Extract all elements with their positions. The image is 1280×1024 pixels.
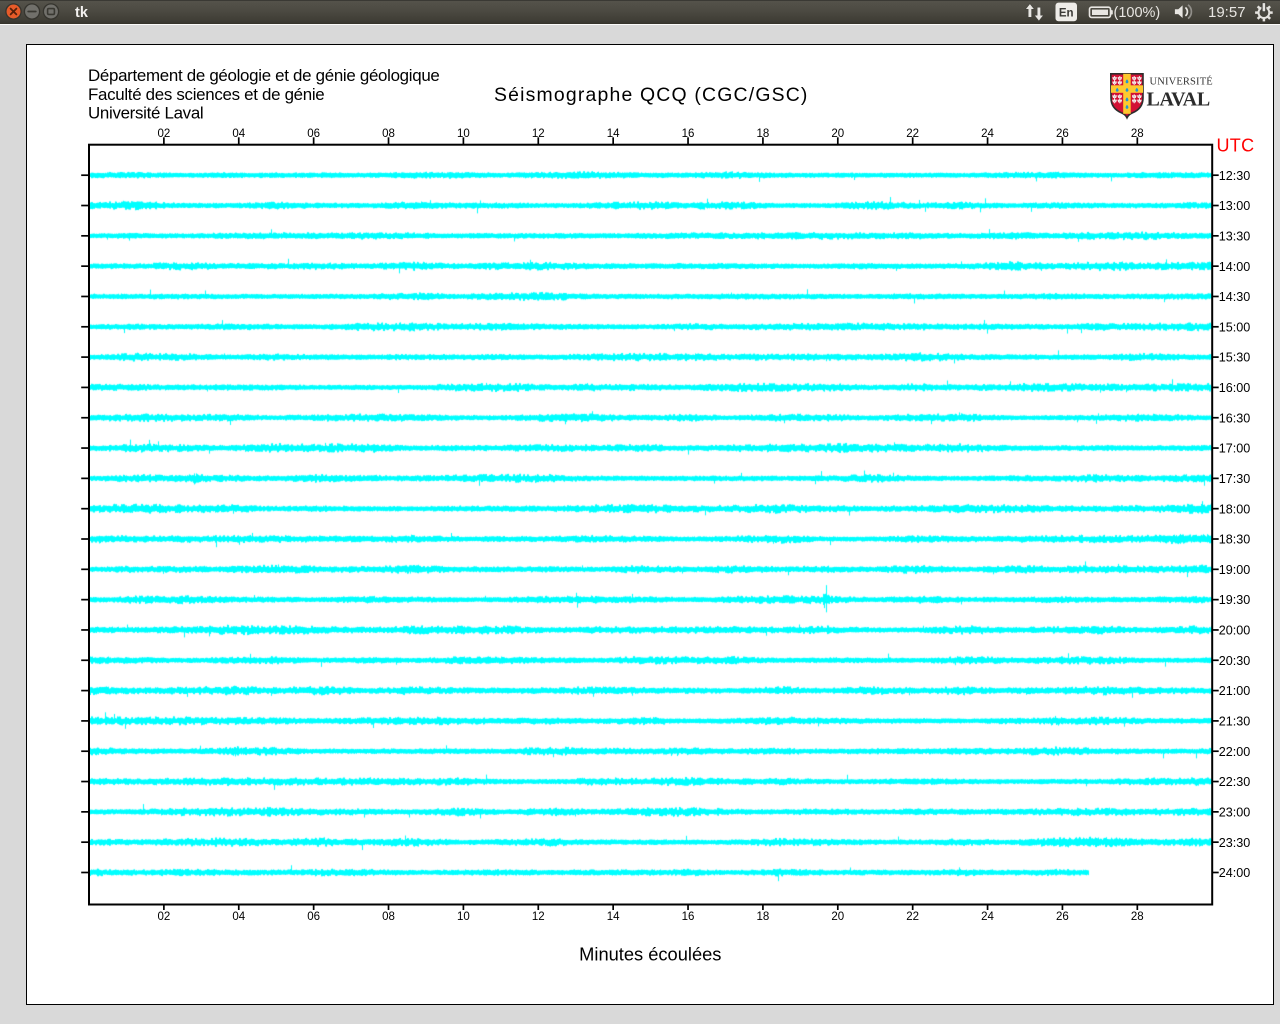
svg-text:16: 16 (682, 911, 695, 923)
svg-text:26: 26 (1056, 128, 1069, 140)
svg-text:10: 10 (457, 128, 470, 140)
svg-text:10: 10 (457, 911, 470, 923)
svg-text:28: 28 (1131, 128, 1144, 140)
svg-text:22: 22 (906, 128, 919, 140)
svg-text:24: 24 (981, 128, 994, 140)
svg-text:06: 06 (307, 911, 320, 923)
svg-text:18:00: 18:00 (1219, 502, 1251, 516)
svg-text:14: 14 (607, 911, 620, 923)
svg-text:24: 24 (981, 911, 994, 923)
svg-text:02: 02 (157, 128, 170, 140)
svg-text:20: 20 (831, 911, 844, 923)
svg-text:19:30: 19:30 (1219, 593, 1251, 607)
svg-text:15:00: 15:00 (1219, 320, 1251, 334)
svg-text:19:00: 19:00 (1219, 563, 1251, 577)
svg-text:14: 14 (607, 128, 620, 140)
svg-text:20: 20 (831, 128, 844, 140)
svg-text:14:30: 14:30 (1219, 290, 1251, 304)
svg-text:18: 18 (757, 128, 770, 140)
svg-text:14:00: 14:00 (1219, 260, 1251, 274)
svg-text:12: 12 (532, 128, 545, 140)
svg-text:18:30: 18:30 (1219, 533, 1251, 547)
svg-text:12:30: 12:30 (1219, 169, 1251, 183)
svg-text:20:30: 20:30 (1219, 654, 1251, 668)
svg-text:Faculté des sciences et de gén: Faculté des sciences et de génie (88, 85, 324, 104)
svg-text:13:00: 13:00 (1219, 199, 1251, 213)
svg-text:20:00: 20:00 (1219, 624, 1251, 638)
svg-text:28: 28 (1131, 911, 1144, 923)
svg-text:04: 04 (232, 911, 245, 923)
svg-text:04: 04 (232, 128, 245, 140)
svg-text:Minutes écoulées: Minutes écoulées (579, 944, 721, 965)
svg-text:16:30: 16:30 (1219, 411, 1251, 425)
svg-text:Université Laval: Université Laval (88, 104, 203, 123)
svg-text:UTC: UTC (1217, 136, 1255, 156)
svg-text:08: 08 (382, 911, 395, 923)
svg-text:17:30: 17:30 (1219, 472, 1251, 486)
svg-text:13:30: 13:30 (1219, 229, 1251, 243)
svg-text:02: 02 (157, 911, 170, 923)
svg-text:22:00: 22:00 (1219, 745, 1251, 759)
svg-text:23:00: 23:00 (1219, 805, 1251, 819)
svg-text:18: 18 (757, 911, 770, 923)
svg-text:16: 16 (682, 128, 695, 140)
svg-text:21:30: 21:30 (1219, 715, 1251, 729)
svg-text:15:30: 15:30 (1219, 351, 1251, 365)
svg-text:Séismographe QCQ (CGC/GSC): Séismographe QCQ (CGC/GSC) (494, 84, 809, 106)
svg-text:17:00: 17:00 (1219, 442, 1251, 456)
svg-text:26: 26 (1056, 911, 1069, 923)
svg-text:Département de géologie et de: Département de géologie et de génie géol… (88, 66, 440, 85)
svg-text:08: 08 (382, 128, 395, 140)
svg-text:21:00: 21:00 (1219, 684, 1251, 698)
svg-text:06: 06 (307, 128, 320, 140)
svg-text:24:00: 24:00 (1219, 866, 1251, 880)
svg-text:12: 12 (532, 911, 545, 923)
svg-text:23:30: 23:30 (1219, 836, 1251, 850)
svg-text:22: 22 (906, 911, 919, 923)
svg-text:16:00: 16:00 (1219, 381, 1251, 395)
svg-text:22:30: 22:30 (1219, 775, 1251, 789)
